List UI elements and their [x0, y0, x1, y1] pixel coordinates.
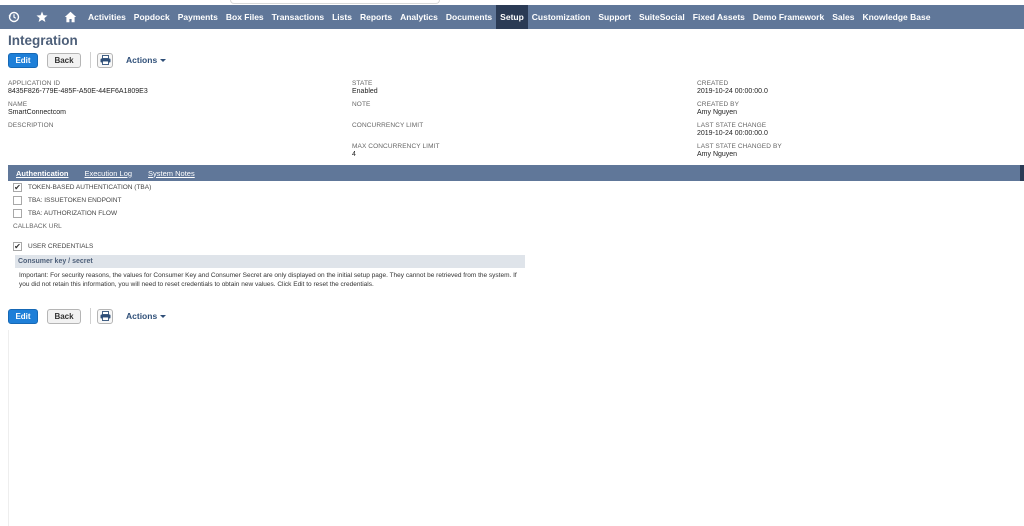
nav-setup[interactable]: Setup	[496, 5, 528, 29]
nav-transactions[interactable]: Transactions	[268, 5, 328, 29]
print-icon	[100, 311, 110, 321]
concurrency-limit-label: CONCURRENCY LIMIT	[352, 122, 424, 129]
edit-button[interactable]: Edit	[8, 52, 38, 68]
nav-support[interactable]: Support	[594, 5, 635, 29]
tba-checkbox[interactable]: ✔	[13, 183, 22, 192]
back-button[interactable]: Back	[47, 52, 81, 68]
home-icon[interactable]	[56, 5, 84, 29]
last-state-change-value: 2019-10-24 00:00:00.0	[697, 130, 768, 137]
actions-label: Actions	[126, 55, 158, 65]
edit-button-bottom[interactable]: Edit	[8, 308, 38, 324]
state-label: STATE	[352, 80, 373, 87]
caret-down-icon	[160, 314, 167, 318]
user-credentials-label: USER CREDENTIALS	[28, 243, 94, 250]
print-button-bottom[interactable]	[97, 308, 113, 324]
caret-down-icon	[160, 58, 167, 62]
tba-row: ✔ TOKEN-BASED AUTHENTICATION (TBA)	[13, 183, 151, 192]
application-id-value: 8435F826-779E-485F-A50E-44EF6A1809E3	[8, 88, 148, 95]
tba-issuetoken-checkbox[interactable]	[13, 196, 22, 205]
nav-sales[interactable]: Sales	[828, 5, 858, 29]
consumer-key-secret-heading: Consumer key / secret	[15, 255, 525, 268]
last-state-change-label: LAST STATE CHANGE	[697, 122, 767, 129]
note-label: NOTE	[352, 101, 371, 108]
user-credentials-row: ✔ USER CREDENTIALS	[13, 242, 93, 251]
nav-customization[interactable]: Customization	[528, 5, 595, 29]
last-state-changed-by-label: LAST STATE CHANGED BY	[697, 143, 782, 150]
tab-system-notes[interactable]: System Notes	[140, 169, 203, 178]
back-button-bottom[interactable]: Back	[47, 308, 81, 324]
nav-box-files[interactable]: Box Files	[222, 5, 268, 29]
tba-authflow-row: TBA: AUTHORIZATION FLOW	[13, 209, 117, 218]
tab-authentication[interactable]: Authentication	[8, 169, 77, 178]
created-value: 2019-10-24 00:00:00.0	[697, 88, 768, 95]
nav-payments[interactable]: Payments	[174, 5, 222, 29]
max-concurrency-limit-label: MAX CONCURRENCY LIMIT	[352, 143, 440, 150]
nav-popdock[interactable]: Popdock	[130, 5, 174, 29]
nav-demo-framework[interactable]: Demo Framework	[749, 5, 828, 29]
created-by-value: Amy Nguyen	[697, 109, 738, 116]
top-pill	[230, 0, 440, 4]
actions-menu[interactable]: Actions	[126, 55, 167, 65]
tba-issuetoken-label: TBA: ISSUETOKEN ENDPOINT	[28, 197, 122, 204]
application-id-label: APPLICATION ID	[8, 80, 61, 87]
nav-reports[interactable]: Reports	[356, 5, 396, 29]
main-navbar: Activities Popdock Payments Box Files Tr…	[0, 5, 1024, 29]
created-label: CREATED	[697, 80, 729, 87]
tba-issuetoken-row: TBA: ISSUETOKEN ENDPOINT	[13, 196, 121, 205]
subtab-bar: Authentication Execution Log System Note…	[8, 165, 1020, 181]
tba-authflow-label: TBA: AUTHORIZATION FLOW	[28, 210, 118, 217]
nav-suitesocial[interactable]: SuiteSocial	[635, 5, 689, 29]
toolbar-divider	[90, 52, 91, 68]
created-by-label: CREATED BY	[697, 101, 740, 108]
recent-icon[interactable]	[0, 5, 28, 29]
print-icon	[100, 55, 110, 65]
toolbar-divider-bottom	[90, 308, 91, 324]
callback-url-label: CALLBACK URL	[13, 223, 62, 230]
left-border-rule	[8, 330, 9, 526]
consumer-security-notice: Important: For security reasons, the val…	[19, 272, 517, 288]
tab-execution-log[interactable]: Execution Log	[77, 169, 141, 178]
tba-authflow-checkbox[interactable]	[13, 209, 22, 218]
actions-label-bottom: Actions	[126, 311, 158, 321]
max-concurrency-limit-value: 4	[352, 151, 356, 158]
page-title: Integration	[8, 33, 78, 48]
print-button[interactable]	[97, 52, 113, 68]
tba-label: TOKEN-BASED AUTHENTICATION (TBA)	[28, 184, 152, 191]
nav-lists[interactable]: Lists	[328, 5, 356, 29]
nav-documents[interactable]: Documents	[442, 5, 496, 29]
name-value: SmartConnectcom	[8, 109, 66, 116]
panel-edge-handle	[1020, 165, 1024, 181]
state-value: Enabled	[352, 88, 378, 95]
star-icon[interactable]	[28, 5, 56, 29]
last-state-changed-by-value: Amy Nguyen	[697, 151, 738, 158]
nav-activities[interactable]: Activities	[84, 5, 130, 29]
top-button-bar: Edit Back Actions	[8, 51, 167, 69]
nav-analytics[interactable]: Analytics	[396, 5, 442, 29]
actions-menu-bottom[interactable]: Actions	[126, 311, 167, 321]
name-label: NAME	[8, 101, 28, 108]
bottom-button-bar: Edit Back Actions	[8, 307, 167, 325]
description-label: DESCRIPTION	[8, 122, 54, 129]
user-credentials-checkbox[interactable]: ✔	[13, 242, 22, 251]
nav-fixed-assets[interactable]: Fixed Assets	[689, 5, 749, 29]
nav-knowledge-base[interactable]: Knowledge Base	[858, 5, 934, 29]
